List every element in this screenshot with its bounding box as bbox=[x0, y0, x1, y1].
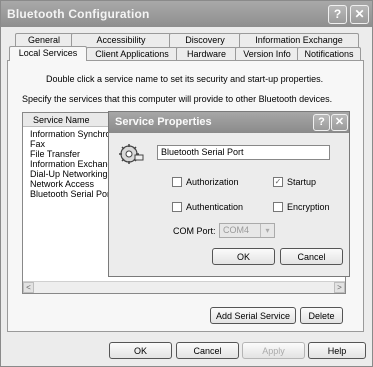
startup-label: Startup bbox=[287, 177, 317, 187]
dialog-close-button[interactable]: ✕ bbox=[331, 114, 348, 131]
authentication-label: Authentication bbox=[186, 202, 244, 212]
tab-information-exchange[interactable]: Information Exchange bbox=[239, 33, 359, 47]
instruction-text: Double click a service name to set its s… bbox=[46, 74, 324, 84]
list-item[interactable]: Network Access bbox=[30, 179, 94, 189]
list-item[interactable]: Dial-Up Networking bbox=[30, 169, 108, 179]
dialog-title: Service Properties bbox=[115, 116, 212, 128]
dialog-title-bar[interactable]: Service Properties ? ✕ bbox=[109, 112, 349, 133]
list-item[interactable]: File Transfer bbox=[30, 149, 80, 159]
startup-checkbox[interactable]: ✓ bbox=[273, 177, 283, 187]
list-item[interactable]: Bluetooth Serial Port bbox=[30, 189, 113, 199]
bluetooth-service-icon bbox=[118, 143, 144, 165]
horizontal-scrollbar[interactable]: < > bbox=[23, 281, 345, 293]
authorization-label: Authorization bbox=[186, 177, 239, 187]
com-port-value: COM4 bbox=[223, 225, 250, 235]
ok-button[interactable]: OK bbox=[109, 342, 172, 359]
service-name-header: Service Name bbox=[33, 115, 90, 125]
tab-local-services[interactable]: Local Services bbox=[9, 46, 87, 61]
encryption-label: Encryption bbox=[287, 202, 330, 212]
encryption-checkbox[interactable] bbox=[273, 202, 283, 212]
tab-version-info[interactable]: Version Info bbox=[235, 47, 299, 61]
service-name-field[interactable]: Bluetooth Serial Port bbox=[157, 145, 330, 160]
com-port-label: COM Port: bbox=[173, 226, 216, 236]
tab-general[interactable]: General bbox=[15, 33, 73, 47]
help-button[interactable]: ? bbox=[328, 5, 347, 24]
list-item[interactable]: Information Synchron bbox=[30, 129, 116, 139]
window-title: Bluetooth Configuration bbox=[7, 7, 150, 21]
service-properties-dialog: Service Properties ? ✕ Bluetooth Serial … bbox=[108, 111, 350, 277]
list-item[interactable]: Information Exchang bbox=[30, 159, 113, 169]
dialog-ok-button[interactable]: OK bbox=[212, 248, 275, 265]
list-item[interactable]: Fax bbox=[30, 139, 45, 149]
scroll-left-icon[interactable]: < bbox=[23, 282, 34, 293]
title-bar[interactable]: Bluetooth Configuration ? ✕ bbox=[1, 1, 372, 27]
help-footer-button[interactable]: Help bbox=[308, 342, 366, 359]
tab-notifications[interactable]: Notifications bbox=[297, 47, 361, 61]
scroll-right-icon[interactable]: > bbox=[334, 282, 345, 293]
authorization-checkbox[interactable] bbox=[172, 177, 182, 187]
close-button[interactable]: ✕ bbox=[350, 5, 369, 24]
chevron-down-icon[interactable]: ▾ bbox=[260, 224, 274, 237]
dialog-cancel-button[interactable]: Cancel bbox=[280, 248, 343, 265]
tab-client-applications[interactable]: Client Applications bbox=[86, 47, 178, 61]
bluetooth-configuration-window: Bluetooth Configuration ? ✕ General Acce… bbox=[0, 0, 373, 367]
tab-hardware[interactable]: Hardware bbox=[176, 47, 237, 61]
cancel-button[interactable]: Cancel bbox=[176, 342, 239, 359]
tab-accessibility[interactable]: Accessibility bbox=[71, 33, 171, 47]
delete-button[interactable]: Delete bbox=[300, 307, 343, 324]
com-port-select[interactable]: COM4 ▾ bbox=[219, 223, 275, 238]
add-serial-service-button[interactable]: Add Serial Service bbox=[210, 307, 296, 324]
authentication-checkbox[interactable] bbox=[172, 202, 182, 212]
specify-services-text: Specify the services that this computer … bbox=[22, 94, 333, 104]
dialog-help-button[interactable]: ? bbox=[313, 114, 330, 131]
apply-button[interactable]: Apply bbox=[242, 342, 305, 359]
tab-discovery[interactable]: Discovery bbox=[169, 33, 241, 47]
